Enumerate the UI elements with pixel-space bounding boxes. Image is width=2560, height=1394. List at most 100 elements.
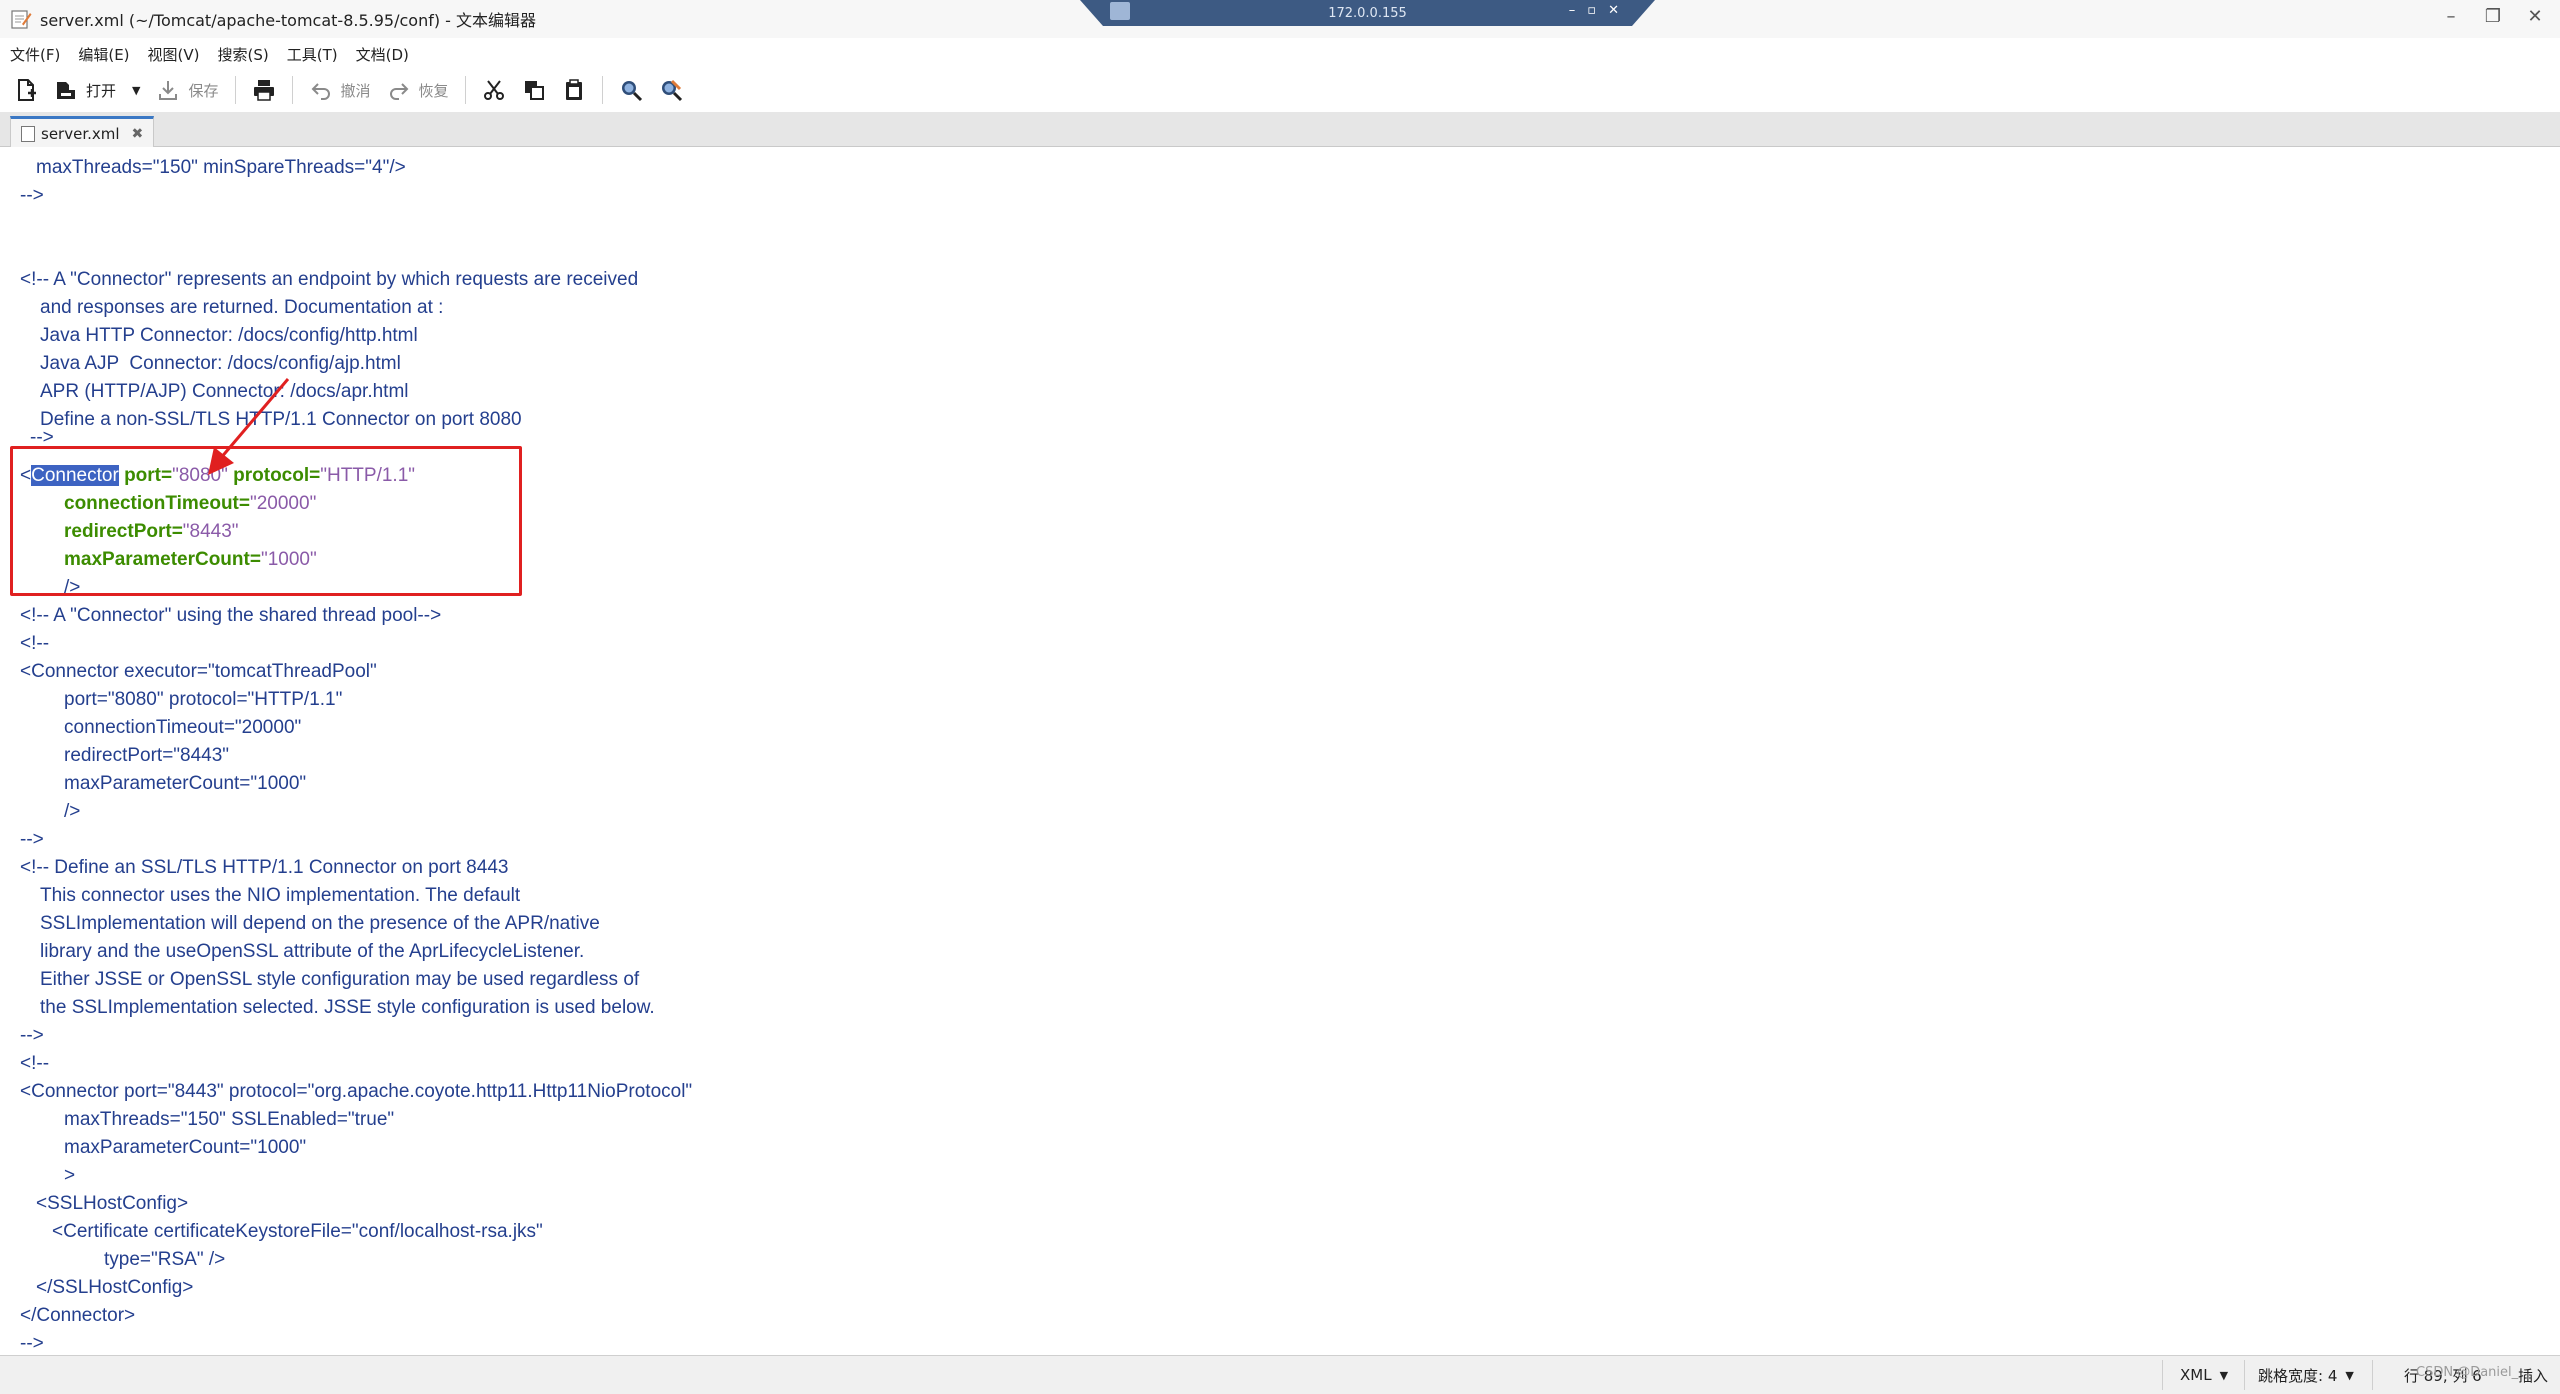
code-line: /> — [64, 801, 81, 822]
code-line: maxThreads="150" SSLEnabled="true" — [64, 1109, 395, 1130]
code-line: <Certificate certificateKeystoreFile="co… — [52, 1221, 543, 1242]
tab-width-label: 跳格宽度: 4 — [2258, 1366, 2338, 1385]
code-line: > — [64, 1165, 76, 1186]
tab-label: server.xml — [41, 125, 120, 143]
text-editor-app-icon — [11, 10, 32, 29]
code-line: <!-- A "Connector" using the shared thre… — [20, 605, 442, 626]
new-document-button[interactable] — [6, 73, 46, 107]
minimize-icon[interactable]: – — [2440, 6, 2462, 27]
text-editor-area[interactable]: maxThreads="150" minSpareThreads="4"/> -… — [0, 147, 2560, 1355]
undo-label: 撤消 — [340, 81, 371, 100]
open-document-icon — [57, 82, 75, 99]
code-line: --> — [20, 185, 44, 206]
toolbar-separator — [291, 76, 293, 104]
tab-server-xml[interactable]: server.xml ✖ — [10, 116, 155, 149]
undo-button[interactable]: 撤消 — [301, 73, 379, 107]
open-button[interactable]: 打开 — [46, 73, 124, 107]
code-line: --> — [30, 430, 54, 446]
code-line: SSLImplementation will depend on the pre… — [40, 913, 600, 934]
language-label: XML — [2180, 1366, 2212, 1384]
toolbar-separator — [464, 76, 466, 104]
code-line: <!-- — [20, 1053, 50, 1074]
code-line: <SSLHostConfig> — [36, 1193, 189, 1214]
remote-host: 172.0.0.155 — [1328, 5, 1407, 21]
code-line: port="8080" protocol="HTTP/1.1" — [64, 689, 343, 710]
dropdown-arrow-icon: ▼ — [2345, 1368, 2354, 1382]
menu-edit[interactable]: 编辑(E) — [68, 44, 137, 65]
close-icon[interactable]: ✕ — [2524, 6, 2546, 27]
watermark-text: CSDN @Daniel_ — [2416, 1364, 2519, 1380]
undo-icon — [311, 83, 330, 100]
code-line: <Connector executor="tomcatThreadPool" — [20, 661, 377, 682]
code-line: redirectPort="8443" — [64, 745, 230, 766]
copy-icon — [524, 81, 544, 100]
pin-icon[interactable] — [1110, 2, 1130, 20]
code-line: </Connector> — [20, 1305, 136, 1326]
document-icon — [21, 126, 35, 142]
menu-tools[interactable]: 工具(T) — [277, 44, 346, 65]
menu-view[interactable]: 视图(V) — [138, 44, 208, 65]
code-line: library and the useOpenSSL attribute of … — [40, 941, 585, 962]
document-tabs: server.xml ✖ — [0, 112, 2560, 149]
search-replace-icon — [661, 79, 682, 102]
cut-button[interactable] — [474, 73, 514, 107]
copy-button[interactable] — [514, 73, 554, 107]
toolbar: 打开 ▼ 保存 撤消 恢复 — [0, 68, 2560, 112]
menu-documents[interactable]: 文档(D) — [346, 44, 417, 65]
code-line: --> — [20, 1333, 44, 1354]
paste-button[interactable] — [554, 73, 594, 107]
code-line: --> — [20, 829, 44, 850]
code-line: --> — [20, 1025, 44, 1046]
code-line: maxParameterCount="1000" — [64, 1137, 307, 1158]
redo-icon — [389, 83, 408, 100]
toolbar-separator — [601, 76, 603, 104]
status-divider — [2244, 1360, 2245, 1390]
window-title: server.xml (~/Tomcat/apache-tomcat-8.5.9… — [40, 11, 537, 30]
code-line: <!-- — [20, 633, 50, 654]
tab-width-selector[interactable]: 跳格宽度: 4 ▼ — [2258, 1356, 2354, 1394]
language-selector[interactable]: XML ▼ — [2180, 1356, 2228, 1394]
insert-mode: 插入 — [2518, 1366, 2549, 1385]
scissors-icon — [483, 80, 504, 100]
toolbar-separator — [234, 76, 236, 104]
search-icon — [621, 81, 642, 102]
status-divider — [2162, 1360, 2163, 1390]
save-download-icon — [159, 81, 178, 100]
menu-file[interactable]: 文件(F) — [0, 44, 68, 65]
annotation-arrow-icon — [208, 378, 290, 475]
new-document-icon — [18, 79, 36, 101]
find-button[interactable] — [611, 73, 651, 107]
code-line: Either JSSE or OpenSSL style configurati… — [40, 969, 640, 990]
save-button[interactable]: 保存 — [148, 73, 226, 107]
print-button[interactable] — [244, 73, 284, 107]
redo-button[interactable]: 恢复 — [379, 73, 457, 107]
code-line: <Connector port="8443" protocol="org.apa… — [20, 1081, 693, 1102]
redo-label: 恢复 — [418, 81, 449, 100]
dropdown-arrow-icon: ▼ — [2219, 1368, 2229, 1382]
code-line: Java HTTP Connector: /docs/config/http.h… — [40, 325, 418, 346]
code-line: the SSLImplementation selected. JSSE sty… — [40, 997, 655, 1018]
remote-minimize-icon[interactable]: – — [1569, 3, 1576, 18]
code-line: <!-- Define an SSL/TLS HTTP/1.1 Connecto… — [20, 857, 509, 878]
restore-icon[interactable]: ❐ — [2482, 6, 2504, 27]
code-line: connectionTimeout="20000" — [64, 717, 302, 738]
code-line: <!-- A "Connector" represents an endpoin… — [20, 269, 639, 290]
status-bar: XML ▼ 跳格宽度: 4 ▼ 行 89, 列 6 CSDN @Daniel_ … — [0, 1355, 2560, 1394]
menu-search[interactable]: 搜索(S) — [208, 44, 277, 65]
code-line: Java AJP Connector: /docs/config/ajp.htm… — [40, 353, 401, 374]
remote-restore-icon[interactable]: ▫ — [1587, 3, 1596, 18]
tab-close-icon[interactable]: ✖ — [132, 126, 144, 142]
clipboard-icon — [565, 79, 582, 100]
code-line: type="RSA" /> — [104, 1249, 226, 1270]
code-line: </SSLHostConfig> — [36, 1277, 194, 1298]
status-divider — [2372, 1360, 2373, 1390]
menu-bar: 文件(F) 编辑(E) 视图(V) 搜索(S) 工具(T) 文档(D) — [0, 40, 2560, 68]
code-line: maxThreads="150" minSpareThreads="4"/> — [36, 157, 406, 178]
find-replace-button[interactable] — [651, 73, 691, 107]
remote-close-icon[interactable]: ✕ — [1608, 3, 1619, 18]
remote-connection-bar[interactable]: 172.0.0.155 – ▫ ✕ — [1080, 0, 1655, 26]
recent-documents-dropdown[interactable]: ▼ — [124, 73, 148, 107]
code-line: This connector uses the NIO implementati… — [40, 885, 521, 906]
dropdown-arrow-icon: ▼ — [132, 83, 141, 97]
window-controls: – ❐ ✕ — [2440, 6, 2546, 27]
